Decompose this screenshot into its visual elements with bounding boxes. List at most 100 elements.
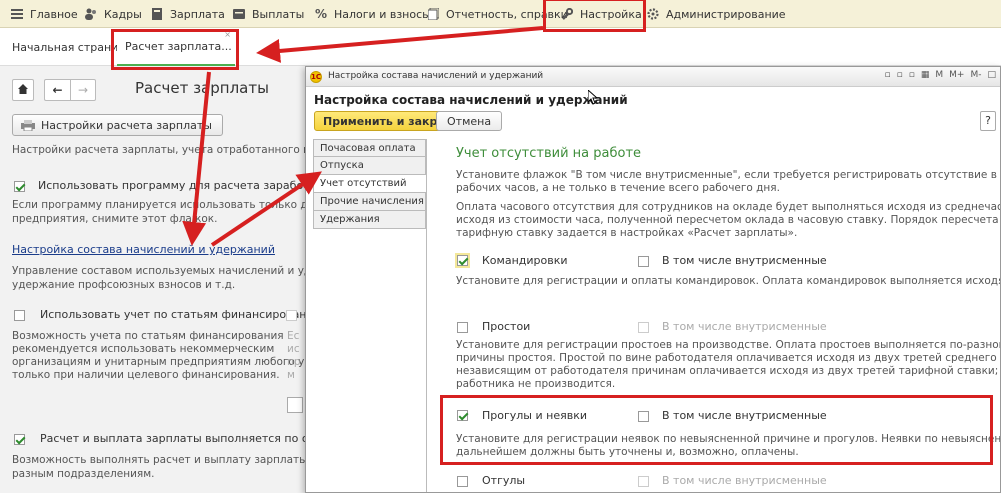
dialog-header: Настройка состава начислений и удержаний xyxy=(314,93,628,107)
link-icon[interactable]: ▫ xyxy=(885,70,891,80)
org-payroll-hint: разным подразделениям. xyxy=(12,468,155,480)
intro-text: Оплата часового отсутствия для сотрудник… xyxy=(456,201,1000,213)
payroll-settings-button[interactable]: Настройки расчета зарплаты xyxy=(12,114,223,136)
use-payroll-checkbox[interactable] xyxy=(14,181,25,192)
org-payroll-checkbox[interactable] xyxy=(14,434,25,445)
use-payroll-label: Использовать программу для расчета зараб… xyxy=(38,179,305,192)
menu-item-label: Выплаты xyxy=(252,7,305,21)
payroll-settings-page: ← → Расчет зарплаты Настройки расчета за… xyxy=(0,67,305,493)
business-trips-label: Командировки xyxy=(482,254,568,267)
funding-checkbox[interactable] xyxy=(14,310,25,321)
use-payroll-hint: Если программу планируется использовать … xyxy=(12,199,305,211)
top-menu: Главное Кадры Зарплата Выплаты % Налоги и… xyxy=(0,0,1001,28)
menu-item-payments[interactable]: Выплаты xyxy=(232,0,304,28)
back-button[interactable]: ← xyxy=(44,79,70,101)
funding-label: Использовать учет по статьям финансирова… xyxy=(40,308,305,321)
funding-hint: Возможность учета по статьям финансирова… xyxy=(12,330,284,342)
printer-icon xyxy=(21,120,35,134)
downtime-hint: Установите для регистрации простоев на п… xyxy=(456,339,1000,351)
intro-text: Установите флажок "В том числе внутрисме… xyxy=(456,169,1000,181)
dialog-window-title: Настройка состава начислений и удержаний xyxy=(328,71,544,81)
accruals-settings-link[interactable]: Настройка состава начислений и удержаний xyxy=(12,243,275,256)
document-icon[interactable]: ▫ xyxy=(909,70,915,80)
menu-item-label: Настройка xyxy=(580,7,642,21)
tab-other-accruals[interactable]: Прочие начисления xyxy=(313,193,426,211)
tabs-bar: Начальная страница Расчет зарплата... × xyxy=(0,28,1001,66)
menu-item-salary[interactable]: Зарплата xyxy=(150,0,225,28)
tab-absences[interactable]: Учет отсутствий xyxy=(313,175,426,193)
tab-home[interactable]: Начальная страница xyxy=(12,28,133,66)
menu-item-label: Зарплата xyxy=(170,7,225,21)
funding-hint: рекомендуется использовать некоммерчески… xyxy=(12,343,275,355)
app-logo-icon: 1С xyxy=(310,71,322,83)
close-icon[interactable]: × xyxy=(224,30,231,39)
absences-intra-label: В том числе внутрисменные xyxy=(662,409,827,422)
intro-text: рабочих часов, а не только в течение все… xyxy=(456,182,780,194)
percent-icon: % xyxy=(314,7,328,21)
favorite-icon[interactable]: ▫ xyxy=(897,70,903,80)
home-button[interactable] xyxy=(12,79,34,101)
tab-hourly-pay[interactable]: Почасовая оплата xyxy=(313,139,426,157)
absences-hint: дальнейшем должны быть уточнены и, возмо… xyxy=(456,446,799,458)
tab-vacations[interactable]: Отпуска xyxy=(313,157,426,175)
accruals-hint: Управление составом используемых начисле… xyxy=(12,265,305,277)
arrow-left-icon: ← xyxy=(52,83,63,97)
business-trips-intra-label: В том числе внутрисменные xyxy=(662,254,827,267)
menu-item-label: Главное xyxy=(30,7,78,21)
downtime-checkbox[interactable] xyxy=(457,322,468,333)
wrench-icon xyxy=(560,7,574,21)
absences-intra-checkbox[interactable] xyxy=(638,411,649,422)
menu-item-label: Отчетность, справки xyxy=(446,7,568,21)
downtime-intra-checkbox[interactable] xyxy=(638,322,649,333)
accruals-settings-dialog: 1С Настройка состава начислений и удержа… xyxy=(305,66,1001,493)
menu-item-hr[interactable]: Кадры xyxy=(84,0,142,28)
time-off-checkbox[interactable] xyxy=(457,476,468,487)
section-tabs: Почасовая оплата Отпуска Учет отсутствий… xyxy=(313,139,426,229)
time-off-intra-checkbox[interactable] xyxy=(638,476,649,487)
help-button[interactable]: ? xyxy=(980,111,996,131)
downtime-intra-label: В том числе внутрисменные xyxy=(662,320,827,333)
memory-plus-button[interactable]: M+ xyxy=(949,70,964,80)
time-off-intra-label: В том числе внутрисменные xyxy=(662,474,827,487)
memory-m-button[interactable]: M xyxy=(935,70,943,80)
forward-button[interactable]: → xyxy=(70,79,96,101)
memory-minus-button[interactable]: M- xyxy=(970,70,981,80)
side-hint: м xyxy=(287,369,295,381)
cancel-button[interactable]: Отмена xyxy=(436,111,503,131)
menu-item-taxes[interactable]: % Налоги и взносы xyxy=(314,0,431,28)
absences-hint: Установите для регистрации неявок по нев… xyxy=(456,433,1001,445)
secondary-button[interactable] xyxy=(287,397,303,413)
downtime-hint: независящим от работодателя причинам опл… xyxy=(456,365,1000,377)
menu-item-label: Администрирование xyxy=(666,7,786,21)
intro-text: исходя из стоимости часа, полученной пер… xyxy=(456,214,1000,226)
downtime-hint: причины простоя. Простой по вине работод… xyxy=(456,352,1000,364)
business-trips-intra-checkbox[interactable] xyxy=(638,256,649,267)
business-trips-checkbox[interactable] xyxy=(457,255,468,266)
menu-item-label: Кадры xyxy=(104,7,142,21)
mouse-cursor-icon xyxy=(587,88,599,108)
tab-deductions[interactable]: Удержания xyxy=(313,211,426,229)
gear-icon xyxy=(646,7,660,21)
menu-item-admin[interactable]: Администрирование xyxy=(646,0,786,28)
menu-item-reports[interactable]: Отчетность, справки xyxy=(426,0,568,28)
menu-item-settings[interactable]: Настройка xyxy=(560,0,642,28)
time-off-label: Отгулы xyxy=(482,474,526,487)
menu-item-main[interactable]: Главное xyxy=(10,0,78,28)
home-icon xyxy=(18,83,28,97)
report-icon xyxy=(426,7,440,21)
downtime-label: Простои xyxy=(482,320,531,333)
divider xyxy=(426,139,427,492)
absences-checkbox[interactable] xyxy=(457,410,468,421)
maximize-icon[interactable]: □ xyxy=(987,70,996,80)
dialog-titlebar: 1С Настройка состава начислений и удержа… xyxy=(306,67,1000,87)
org-payroll-label: Расчет и выплата зарплаты выполняется по… xyxy=(40,432,305,445)
wallet-icon xyxy=(232,7,246,21)
side-hint: пр xyxy=(287,356,301,368)
titlebar-tools: ▫ ▫ ▫ ▦ M M+ M- □ xyxy=(885,70,996,80)
calculator-icon[interactable]: ▦ xyxy=(921,70,930,80)
secondary-checkbox[interactable] xyxy=(286,310,297,321)
tab-label: Расчет зарплата... xyxy=(125,39,232,53)
tab-payroll[interactable]: Расчет зарплата... × xyxy=(117,28,235,66)
accruals-hint: удержание профсоюзных взносов и т.д. xyxy=(12,279,236,291)
people-icon xyxy=(84,7,98,21)
